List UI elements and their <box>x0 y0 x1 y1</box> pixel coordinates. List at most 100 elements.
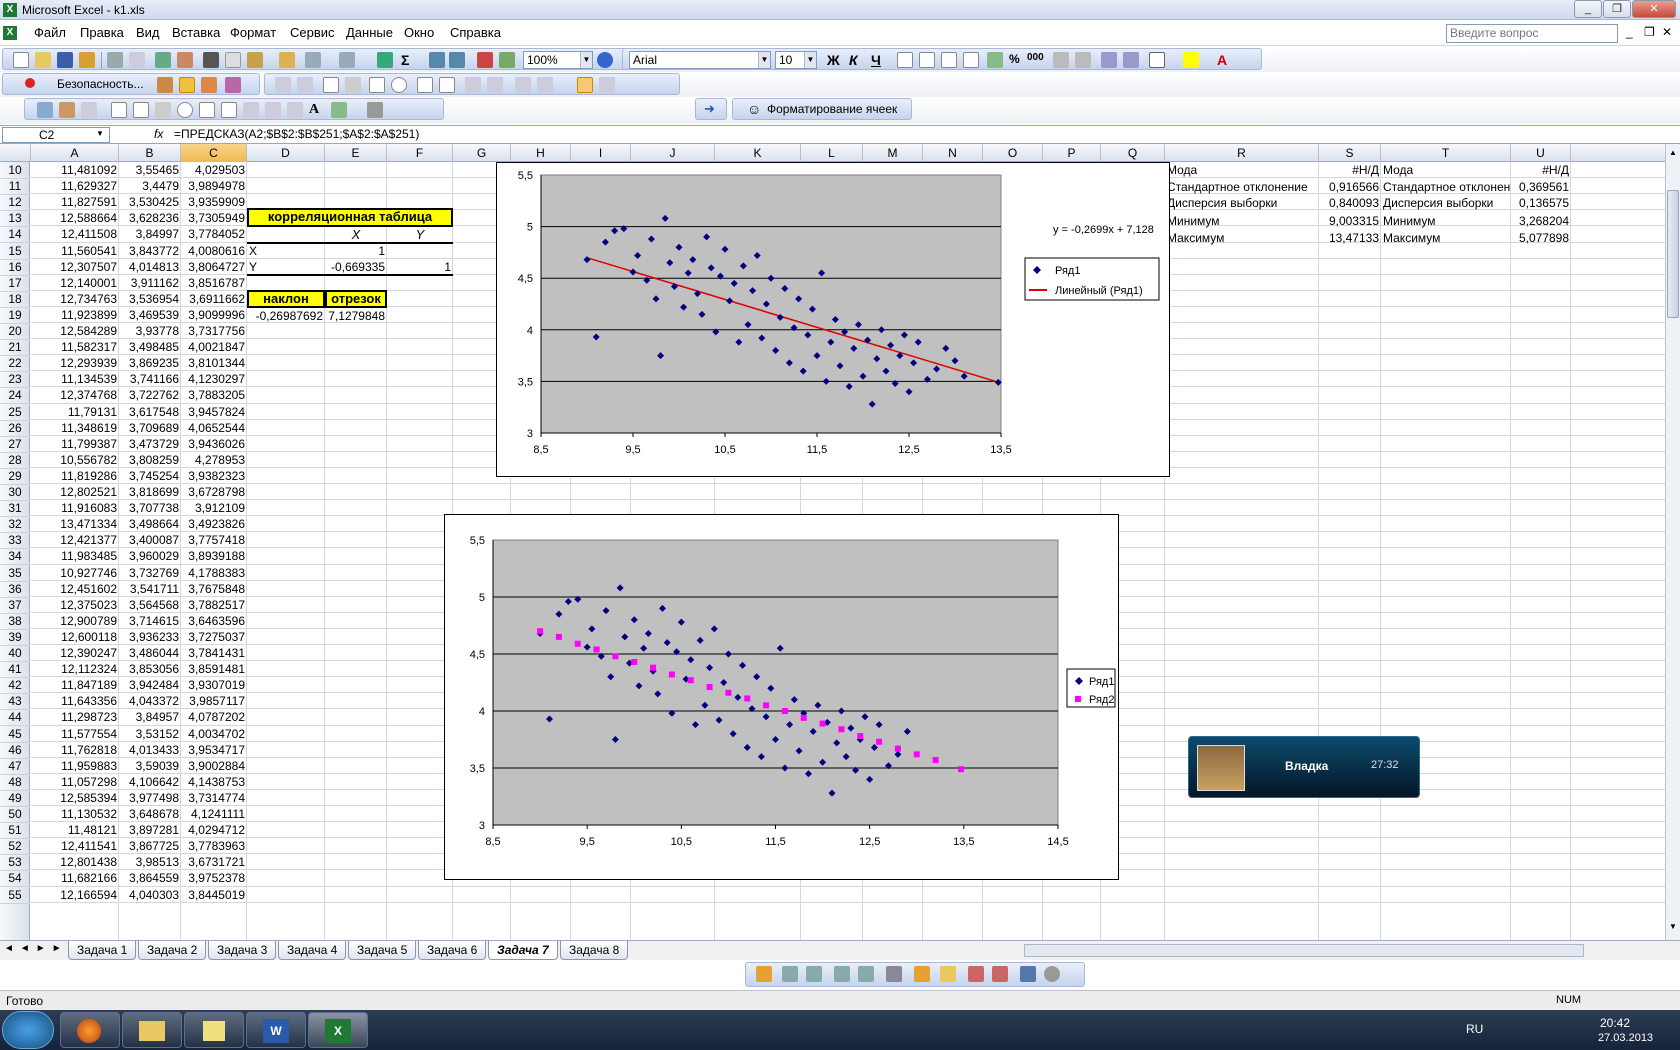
cell-a[interactable]: 12,166594 <box>31 887 119 904</box>
cell-a[interactable]: 12,112324 <box>31 661 119 678</box>
row-header-34[interactable]: 34 <box>0 548 30 566</box>
cell-a[interactable]: 13,471334 <box>31 516 119 533</box>
cell-b[interactable]: 3,498664 <box>119 516 181 533</box>
text-box-control-icon[interactable] <box>133 102 149 118</box>
row-header-46[interactable]: 46 <box>0 742 30 759</box>
column-header-c[interactable]: C <box>181 144 247 162</box>
option-button-icon[interactable] <box>391 77 407 93</box>
cell-a[interactable]: 11,582317 <box>31 339 119 356</box>
cell-a[interactable]: 11,799387 <box>31 436 119 453</box>
row-header-17[interactable]: 17 <box>0 275 30 292</box>
cell-b[interactable]: 3,53152 <box>119 726 181 743</box>
paste-icon[interactable] <box>247 52 263 68</box>
record-macro-icon[interactable] <box>25 78 35 88</box>
decrease-decimal-icon[interactable] <box>1075 52 1091 68</box>
row-header-20[interactable]: 20 <box>0 323 30 340</box>
column-header-n[interactable]: N <box>923 144 983 162</box>
cell-c[interactable]: 3,7783963 <box>181 838 247 855</box>
cell-b[interactable]: 4,043372 <box>119 693 181 710</box>
cell-b[interactable]: 3,59039 <box>119 758 181 775</box>
cell-b[interactable]: 3,628236 <box>119 210 181 227</box>
cell-a[interactable]: 11,923899 <box>31 307 119 324</box>
research-icon[interactable] <box>177 52 193 68</box>
cell-a[interactable]: 11,629327 <box>31 178 119 195</box>
cell-c[interactable]: 3,8101344 <box>181 355 247 372</box>
security-button[interactable]: Безопасность... <box>57 77 144 91</box>
cell-c[interactable]: 3,7314774 <box>181 790 247 807</box>
shapes-icon[interactable] <box>914 966 930 982</box>
name-box[interactable]: C2 <box>2 127 110 143</box>
cell-b[interactable]: 4,040303 <box>119 887 181 904</box>
cell-a[interactable]: 12,734763 <box>31 291 119 308</box>
control-properties-icon[interactable] <box>515 77 531 93</box>
cell-b[interactable]: 4,106642 <box>119 774 181 791</box>
menu-window[interactable]: Окно <box>404 25 434 40</box>
cell-a[interactable]: 12,585394 <box>31 790 119 807</box>
cell-b[interactable]: 3,867725 <box>119 838 181 855</box>
spelling-icon[interactable] <box>155 52 171 68</box>
underline-button[interactable]: Ч <box>871 52 881 68</box>
minimize-button[interactable]: _ <box>1574 0 1602 18</box>
checkbox-icon[interactable] <box>369 77 385 93</box>
cell-a[interactable]: 11,481092 <box>31 162 119 179</box>
row-header-52[interactable]: 52 <box>0 838 30 856</box>
column-header-q[interactable]: Q <box>1101 144 1165 162</box>
cell-c[interactable]: 3,7882517 <box>181 597 247 614</box>
help-icon[interactable] <box>597 52 613 68</box>
format-cells-button[interactable]: Форматирование ячеек <box>767 102 897 116</box>
cell-b[interactable]: 3,84997 <box>119 226 181 243</box>
connector-icon[interactable] <box>782 966 798 982</box>
align-center-icon[interactable] <box>919 52 935 68</box>
cell-a[interactable]: 12,293939 <box>31 355 119 372</box>
cell-a[interactable]: 12,584289 <box>31 323 119 340</box>
cell-c[interactable]: 3,912109 <box>181 500 247 517</box>
column-header-l[interactable]: L <box>801 144 863 162</box>
group-box-icon[interactable] <box>323 77 339 93</box>
cell-b[interactable]: 3,818699 <box>119 484 181 501</box>
fill-icon[interactable] <box>992 966 1008 982</box>
cell-c[interactable]: 4,0021847 <box>181 339 247 356</box>
cell-b[interactable]: 3,707738 <box>119 500 181 517</box>
exit-design-icon[interactable] <box>37 102 53 118</box>
cell-a[interactable]: 10,927746 <box>31 565 119 582</box>
cell-a[interactable]: 11,48121 <box>31 822 119 839</box>
cell-c[interactable]: 3,6463596 <box>181 613 247 630</box>
cell-b[interactable]: 3,741166 <box>119 371 181 388</box>
cell-b[interactable]: 3,977498 <box>119 790 181 807</box>
cell-a[interactable]: 11,819286 <box>31 468 119 485</box>
cell-b[interactable]: 3,617548 <box>119 404 181 421</box>
freeform-icon[interactable] <box>858 966 874 982</box>
taskbar-excel[interactable]: X <box>308 1012 368 1048</box>
toolbox-icon[interactable] <box>201 77 217 93</box>
taskbar-word[interactable]: W <box>246 1012 306 1048</box>
column-header-h[interactable]: H <box>511 144 571 162</box>
cell-c[interactable]: 4,1788383 <box>181 565 247 582</box>
sheet-tab-5[interactable]: Задача 5 <box>348 941 417 960</box>
row-header-49[interactable]: 49 <box>0 790 30 807</box>
cell-c[interactable]: 3,8939188 <box>181 548 247 565</box>
permission-icon[interactable] <box>79 52 95 68</box>
table-icon[interactable] <box>968 966 984 982</box>
align-left-icon[interactable] <box>897 52 913 68</box>
row-header-30[interactable]: 30 <box>0 484 30 501</box>
cell-a[interactable]: 12,600118 <box>31 629 119 646</box>
horizontal-scrollbar[interactable] <box>1024 944 1584 957</box>
cell-c[interactable]: 3,9436026 <box>181 436 247 453</box>
row-header-33[interactable]: 33 <box>0 532 30 550</box>
cell-b[interactable]: 3,98513 <box>119 854 181 871</box>
column-header-k[interactable]: K <box>715 144 801 162</box>
toggle-control-icon[interactable] <box>243 102 259 118</box>
doc-restore-button[interactable]: ❐ <box>1644 25 1655 39</box>
cell-b[interactable]: 3,93778 <box>119 323 181 340</box>
sort-asc-icon[interactable] <box>429 52 445 68</box>
cell-c[interactable]: 4,1230297 <box>181 371 247 388</box>
cell-c[interactable]: 3,4923826 <box>181 516 247 533</box>
row-header-53[interactable]: 53 <box>0 854 30 872</box>
toggle-grid-icon[interactable] <box>577 77 593 93</box>
align-right-icon[interactable] <box>941 52 957 68</box>
print-preview-icon[interactable] <box>129 52 145 68</box>
cell-c[interactable]: 3,7757418 <box>181 532 247 549</box>
cut-icon[interactable] <box>203 52 219 68</box>
column-header-b[interactable]: B <box>119 144 181 162</box>
row-header-21[interactable]: 21 <box>0 339 30 357</box>
